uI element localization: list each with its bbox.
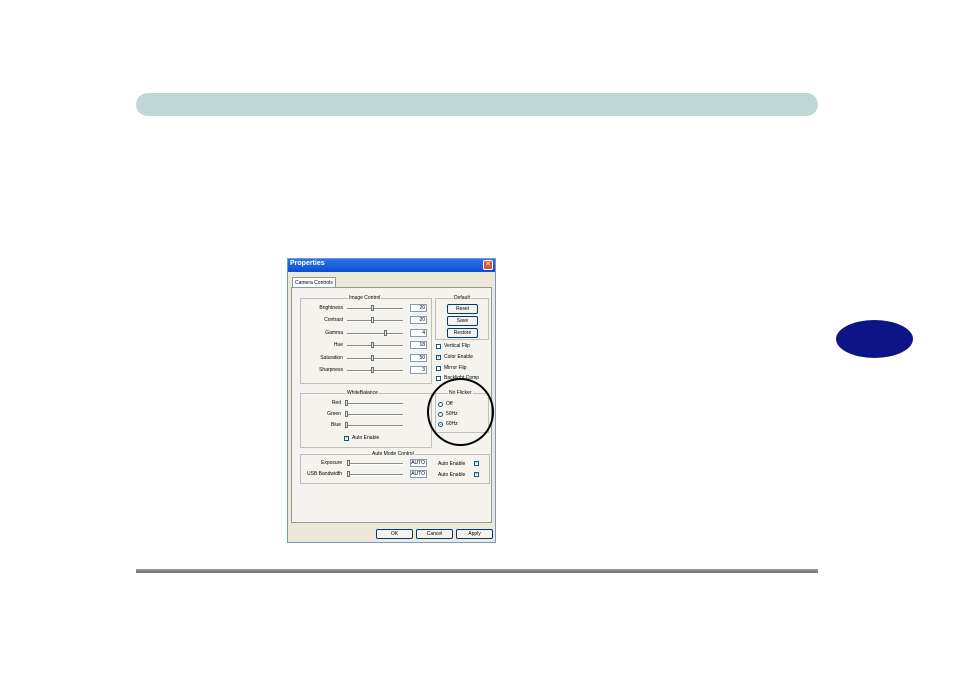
image-control-label: Saturation xyxy=(320,354,343,361)
exposure-slider-thumb[interactable] xyxy=(347,460,350,466)
image-control-value: 50 xyxy=(410,353,427,362)
white-balance-slider-thumb[interactable] xyxy=(345,411,348,417)
usb-bandwidth-value: AUTO xyxy=(410,470,427,478)
white-balance-slider[interactable] xyxy=(345,414,403,416)
title-bar[interactable]: Properties ✕ xyxy=(288,259,495,272)
restore-button[interactable]: Restore xyxy=(447,328,478,338)
color-enable-label: Color Enable xyxy=(444,354,473,360)
reset-button[interactable]: Reset xyxy=(447,304,478,314)
backlight-comp-box[interactable] xyxy=(436,376,441,381)
image-control-group: Image Control Brightness 20 Contrast 20 Gamm… xyxy=(300,295,432,384)
mirror-flip-box[interactable] xyxy=(436,366,441,371)
window-title: Properties xyxy=(290,260,325,267)
image-control-label: Brightness xyxy=(319,305,343,311)
exposure-value: AUTO xyxy=(410,459,427,467)
image-control-slider[interactable] xyxy=(347,320,403,323)
white-balance-group: WhiteBalance Red Green Blue ✓ Auto Enable xyxy=(300,390,432,448)
white-balance-title: WhiteBalance xyxy=(346,390,379,396)
wb-auto-enable-box[interactable]: ✓ xyxy=(344,436,349,441)
exposure-auto-label: Auto Enable xyxy=(438,461,466,467)
close-icon[interactable]: ✕ xyxy=(483,260,493,270)
image-control-value: 3 xyxy=(410,366,427,374)
auto-mode-group: Auto Mode Control Exposure AUTO Auto Ena… xyxy=(300,451,490,484)
white-balance-slider[interactable] xyxy=(345,425,403,427)
header-banner xyxy=(136,93,818,116)
image-control-value: 18 xyxy=(410,341,427,350)
image-control-slider-thumb[interactable] xyxy=(370,317,374,324)
image-control-value: 4 xyxy=(410,328,427,337)
image-control-value: 20 xyxy=(410,304,427,312)
exposure-label: Exposure xyxy=(321,460,343,466)
image-control-slider-thumb[interactable] xyxy=(370,354,374,361)
white-balance-label: Green xyxy=(327,411,341,417)
image-control-slider[interactable] xyxy=(347,308,403,310)
exposure-auto-box[interactable]: ✓ xyxy=(474,461,479,466)
image-control-label: Contrast xyxy=(324,317,343,324)
image-control-value: 20 xyxy=(410,316,427,325)
image-control-slider[interactable] xyxy=(347,345,403,348)
usb-auto-box[interactable]: ✓ xyxy=(474,472,479,477)
vertical-flip-box[interactable] xyxy=(436,344,441,349)
ok-button[interactable]: OK xyxy=(376,529,413,539)
footer-rule xyxy=(136,569,818,573)
usb-bandwidth-slider-thumb[interactable] xyxy=(347,471,350,477)
apply-button[interactable]: Apply xyxy=(456,529,493,539)
wb-auto-enable-label: Auto Enable xyxy=(352,435,380,441)
usb-bandwidth-slider[interactable] xyxy=(347,474,403,476)
white-balance-label: Blue xyxy=(330,422,341,428)
image-control-label: Hue xyxy=(333,342,343,349)
image-control-slider-thumb[interactable] xyxy=(370,305,374,311)
default-group: Default Reset Save Restore xyxy=(435,295,489,340)
exposure-slider[interactable] xyxy=(347,463,403,465)
image-control-slider-thumb[interactable] xyxy=(384,329,388,336)
auto-mode-title: Auto Mode Control xyxy=(371,451,415,457)
image-control-slider[interactable] xyxy=(347,357,403,360)
highlight-circle xyxy=(427,378,494,446)
image-control-label: Sharpness xyxy=(319,367,343,373)
image-control-slider[interactable] xyxy=(347,370,403,372)
usb-auto-label: Auto Enable xyxy=(438,472,466,478)
default-title: Default xyxy=(453,295,471,301)
usb-bandwidth-label: USB Bandwidth xyxy=(307,471,343,477)
white-balance-slider[interactable] xyxy=(345,403,403,405)
white-balance-slider-thumb[interactable] xyxy=(345,400,348,406)
white-balance-slider-thumb[interactable] xyxy=(345,422,348,428)
chapter-tab-marker xyxy=(836,320,913,358)
image-control-title: Image Control xyxy=(348,295,382,301)
vertical-flip-label: Vertical Flip xyxy=(444,343,470,349)
cancel-button[interactable]: Cancel xyxy=(416,529,453,539)
color-enable-box[interactable]: ✓ xyxy=(436,355,441,360)
image-control-slider-thumb[interactable] xyxy=(370,367,374,373)
image-control-slider[interactable] xyxy=(347,332,403,335)
image-control-label: Gamma xyxy=(325,329,343,336)
mirror-flip-label: Mirror Flip xyxy=(444,365,467,371)
white-balance-label: Red xyxy=(331,400,341,406)
save-button[interactable]: Save xyxy=(447,316,478,326)
image-control-slider-thumb[interactable] xyxy=(370,342,374,349)
